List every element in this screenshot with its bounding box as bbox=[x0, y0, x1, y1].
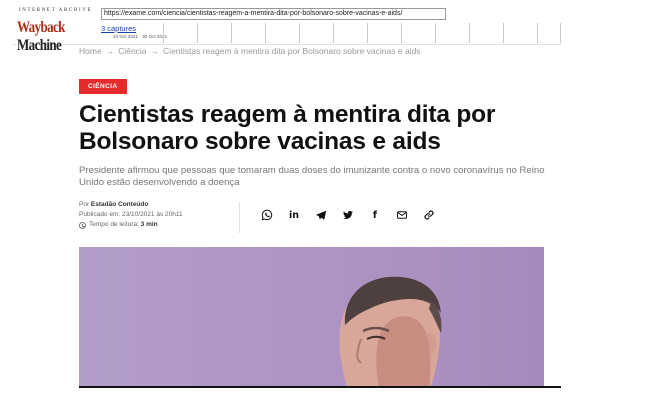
read-time-value: 3 min bbox=[140, 221, 158, 228]
breadcrumb: Home → Ciência → Cientistas reagem à mentira… bbox=[79, 46, 421, 56]
wordmark-wayback: Wayback bbox=[17, 17, 65, 36]
portrait-illustration bbox=[339, 276, 442, 387]
wayback-machine-wordmark: WaybackMachine bbox=[17, 16, 97, 54]
byline: Por Estadão Conteúdo Publicado em: 23/10… bbox=[79, 200, 183, 230]
breadcrumb-home[interactable]: Home bbox=[79, 46, 102, 56]
article-title: Cientistas reagem à mentira dita por Bol… bbox=[79, 101, 496, 155]
wayback-toolbar: INTERNET ARCHIVE WaybackMachine https://… bbox=[13, 4, 561, 54]
article-subtitle: Presidente afirmou que pessoas que tomar… bbox=[79, 165, 545, 188]
whatsapp-icon[interactable] bbox=[258, 206, 276, 224]
author-name[interactable]: Estadão Conteúdo bbox=[91, 201, 148, 208]
publish-date: Publicado em: 23/10/2021 às 20h11 bbox=[79, 211, 183, 218]
email-icon[interactable] bbox=[393, 206, 411, 224]
link-icon[interactable] bbox=[420, 206, 438, 224]
category-badge[interactable]: CIÊNCIA bbox=[79, 79, 127, 94]
captures-link[interactable]: 3 captures bbox=[101, 24, 136, 33]
read-time-label: Tempo de leitura: bbox=[89, 221, 141, 228]
breadcrumb-section[interactable]: Ciência bbox=[118, 46, 146, 56]
breadcrumb-separator: → bbox=[150, 46, 160, 56]
byline-divider bbox=[239, 202, 240, 233]
bottom-rule bbox=[79, 386, 561, 388]
telegram-icon[interactable] bbox=[312, 206, 330, 224]
wordmark-machine: Machine bbox=[17, 35, 62, 54]
linkedin-icon[interactable]: in bbox=[285, 206, 303, 224]
breadcrumb-separator: → bbox=[105, 46, 115, 56]
read-time: Tempo de leitura: 3 min bbox=[79, 220, 183, 230]
capture-date-range: 24 Oct 2021 - 30 Oct 2021 bbox=[113, 34, 168, 39]
capture-timeline[interactable] bbox=[163, 23, 561, 43]
breadcrumb-current: Cientistas reagem à mentira dita por Bol… bbox=[163, 46, 421, 56]
author-prefix: Por bbox=[79, 201, 91, 208]
internet-archive-label: INTERNET ARCHIVE bbox=[19, 8, 93, 13]
share-bar: in f bbox=[258, 206, 438, 224]
hero-image bbox=[79, 247, 544, 387]
facebook-icon[interactable]: f bbox=[366, 206, 384, 224]
wayback-url-input[interactable]: https://exame.com/ciencia/cientistas-rea… bbox=[101, 8, 446, 20]
twitter-icon[interactable] bbox=[339, 206, 357, 224]
clock-icon bbox=[79, 221, 86, 229]
wayback-logo[interactable]: INTERNET ARCHIVE WaybackMachine bbox=[17, 6, 99, 54]
